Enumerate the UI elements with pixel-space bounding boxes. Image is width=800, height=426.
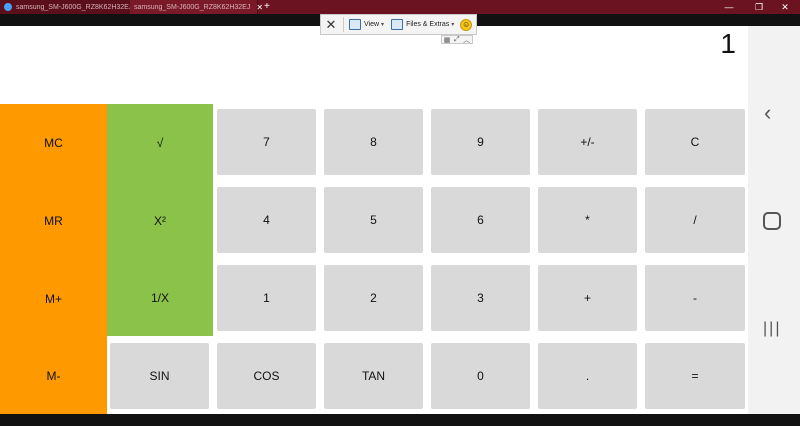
close-window-button[interactable]: ✕ bbox=[770, 0, 800, 14]
session-tab-1[interactable]: samsung_SM-J600G_RZ8K62H32EJ bbox=[0, 0, 133, 14]
divide-button[interactable]: / bbox=[645, 187, 745, 253]
key-5[interactable]: 5 bbox=[324, 187, 423, 253]
decimal-button[interactable]: . bbox=[538, 343, 637, 409]
back-button[interactable]: ‹ bbox=[764, 100, 771, 126]
m-minus-button[interactable]: M- bbox=[0, 338, 107, 414]
chevron-down-icon: ▾ bbox=[381, 22, 385, 28]
reciprocal-button[interactable]: 1/X bbox=[107, 260, 213, 336]
subtract-button[interactable]: - bbox=[645, 265, 745, 331]
view-menu-label: View bbox=[364, 21, 380, 28]
session-tab-label: samsung_SM-J600G_RZ8K62H32EJ bbox=[134, 3, 251, 11]
session-icon bbox=[4, 3, 12, 11]
square-button[interactable]: X² bbox=[107, 182, 213, 260]
session-tab-label: samsung_SM-J600G_RZ8K62H32EJ bbox=[16, 3, 133, 11]
toolbar-divider bbox=[343, 17, 344, 32]
key-4[interactable]: 4 bbox=[217, 187, 316, 253]
toolbar-sub-controls: ▦ ⤢ ︿ bbox=[441, 35, 473, 44]
sin-button[interactable]: SIN bbox=[110, 343, 209, 409]
chevron-down-icon: ▾ bbox=[451, 22, 455, 28]
minimize-button[interactable]: — bbox=[714, 0, 744, 14]
cos-button[interactable]: COS bbox=[217, 343, 316, 409]
sqrt-button[interactable]: √ bbox=[107, 104, 213, 182]
key-3[interactable]: 3 bbox=[431, 265, 530, 331]
android-navbar: ‹ ||| bbox=[748, 26, 800, 414]
equals-button[interactable]: = bbox=[645, 343, 745, 409]
session-tab-2[interactable]: samsung_SM-J600G_RZ8K62H32EJ ✕ bbox=[130, 0, 263, 14]
device-screen: 1 MC MR M+ M- √ X² 1/X 7 8 9 +/- C 4 5 6… bbox=[0, 26, 748, 414]
key-6[interactable]: 6 bbox=[431, 187, 530, 253]
multiply-button[interactable]: * bbox=[538, 187, 637, 253]
key-1[interactable]: 1 bbox=[217, 265, 316, 331]
window-bottom-border bbox=[0, 414, 800, 426]
key-7[interactable]: 7 bbox=[217, 109, 316, 175]
key-0[interactable]: 0 bbox=[431, 343, 530, 409]
monitor-icon bbox=[349, 19, 361, 30]
m-plus-button[interactable]: M+ bbox=[0, 260, 107, 338]
recent-apps-button[interactable]: ||| bbox=[763, 320, 781, 338]
remote-control-toolbar: ✕ View ▾ Files & Extras ▾ ☺ bbox=[320, 14, 477, 35]
key-2[interactable]: 2 bbox=[324, 265, 423, 331]
clear-button[interactable]: C bbox=[645, 109, 745, 175]
close-session-icon[interactable]: ✕ bbox=[321, 17, 341, 33]
grid-icon[interactable]: ▦ bbox=[444, 36, 451, 44]
title-bar: samsung_SM-J600G_RZ8K62H32EJ samsung_SM-… bbox=[0, 0, 800, 14]
mr-button[interactable]: MR bbox=[0, 182, 107, 260]
plus-minus-button[interactable]: +/- bbox=[538, 109, 637, 175]
fullscreen-icon[interactable]: ⤢ bbox=[454, 36, 460, 44]
mc-button[interactable]: MC bbox=[0, 104, 107, 182]
calculator-display: 1 bbox=[720, 28, 736, 59]
smiley-icon[interactable]: ☺ bbox=[460, 18, 473, 31]
add-button[interactable]: + bbox=[538, 265, 637, 331]
files-extras-label: Files & Extras bbox=[406, 21, 450, 28]
file-icon bbox=[391, 19, 404, 30]
collapse-icon[interactable]: ︿ bbox=[463, 35, 470, 45]
key-9[interactable]: 9 bbox=[431, 109, 530, 175]
new-tab-button[interactable]: + bbox=[264, 0, 270, 14]
view-menu[interactable]: View ▾ bbox=[349, 19, 384, 30]
key-8[interactable]: 8 bbox=[324, 109, 423, 175]
files-extras-menu[interactable]: Files & Extras ▾ bbox=[391, 19, 454, 30]
tab-close-icon[interactable]: ✕ bbox=[256, 3, 263, 12]
tan-button[interactable]: TAN bbox=[324, 343, 423, 409]
home-button[interactable] bbox=[763, 212, 781, 230]
